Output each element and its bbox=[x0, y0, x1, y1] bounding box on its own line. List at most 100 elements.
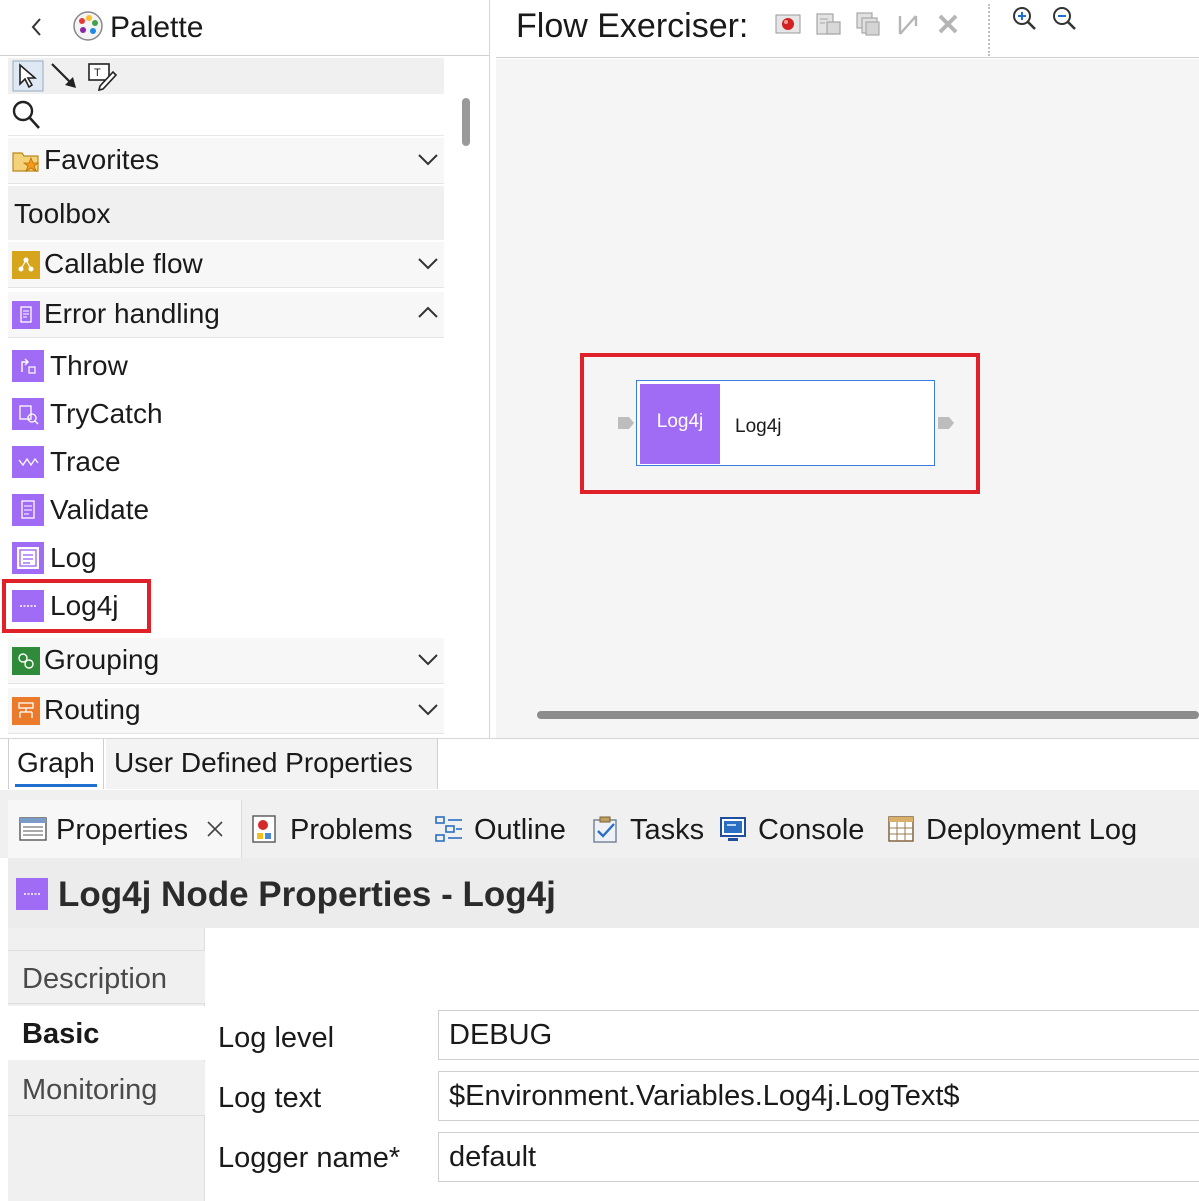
toolbox-label: Toolbox bbox=[14, 198, 111, 229]
toolbar-separator bbox=[988, 4, 990, 56]
panel-divider bbox=[0, 790, 1199, 800]
side-tab-description[interactable]: Description bbox=[8, 950, 205, 1004]
palette-scrollbar[interactable] bbox=[462, 98, 470, 146]
properties-body: Description Basic Monitoring Log level L… bbox=[8, 928, 1199, 1201]
tab-user-defined-properties[interactable]: User Defined Properties bbox=[106, 739, 438, 789]
chevron-down-icon[interactable] bbox=[416, 698, 440, 720]
tab-label: Problems bbox=[290, 814, 413, 846]
zoom-out-icon[interactable] bbox=[1050, 4, 1078, 32]
record-icon[interactable] bbox=[774, 10, 802, 38]
favorites-folder-icon bbox=[12, 152, 40, 172]
properties-side-tabs: Description Basic Monitoring bbox=[8, 928, 205, 1201]
properties-icon bbox=[19, 817, 47, 841]
properties-header: Log4j Node Properties - Log4j bbox=[8, 858, 1199, 928]
note-tool-icon[interactable]: T bbox=[86, 60, 118, 92]
palette-item-label: Throw bbox=[50, 350, 128, 381]
chevron-down-icon[interactable] bbox=[416, 148, 440, 170]
drawer-toolbox[interactable]: Toolbox bbox=[8, 186, 444, 240]
throw-node-icon bbox=[12, 350, 44, 382]
drawer-label: Error handling bbox=[44, 298, 220, 329]
tab-deployment-log[interactable]: Deployment Log bbox=[886, 800, 1156, 858]
tab-label: Properties bbox=[56, 814, 189, 846]
close-icon[interactable] bbox=[934, 10, 962, 38]
log-text-field[interactable] bbox=[438, 1071, 1199, 1121]
close-icon[interactable] bbox=[204, 818, 226, 840]
drawer-grouping[interactable]: Grouping bbox=[8, 638, 444, 684]
chevron-left-icon[interactable] bbox=[26, 12, 48, 42]
side-tab-monitoring[interactable]: Monitoring bbox=[8, 1062, 205, 1116]
tab-outline[interactable]: Outline bbox=[434, 800, 578, 858]
palette-item-label: Trace bbox=[50, 446, 121, 477]
drawer-label: Favorites bbox=[44, 144, 160, 175]
palette-item-log[interactable]: Log bbox=[8, 534, 444, 582]
view-path-icon[interactable] bbox=[854, 10, 882, 38]
drawer-error-handling[interactable]: Error handling bbox=[8, 292, 444, 338]
callable-flow-icon bbox=[12, 251, 40, 279]
highlight-box bbox=[2, 579, 151, 633]
validate-node-icon bbox=[12, 494, 44, 526]
routing-icon bbox=[12, 697, 40, 725]
palette-tools: T bbox=[8, 58, 444, 94]
trycatch-node-icon bbox=[12, 398, 44, 430]
palette-item-throw[interactable]: Throw bbox=[8, 342, 444, 390]
drawer-routing[interactable]: Routing bbox=[8, 688, 444, 734]
tab-properties[interactable]: Properties bbox=[8, 800, 242, 858]
clear-path-icon[interactable] bbox=[894, 10, 922, 38]
search-icon[interactable] bbox=[10, 98, 42, 132]
tab-console[interactable]: Console bbox=[718, 800, 878, 858]
tab-label: Graph bbox=[17, 747, 95, 778]
flow-exerciser-label: Flow Exerciser: bbox=[516, 7, 749, 45]
connection-arrow-icon[interactable] bbox=[48, 60, 80, 92]
active-tab-indicator bbox=[15, 784, 97, 787]
zoom-in-icon[interactable] bbox=[1010, 4, 1038, 32]
drawer-label: Routing bbox=[44, 694, 141, 725]
log-level-field[interactable] bbox=[438, 1010, 1199, 1060]
tab-tasks[interactable]: Tasks bbox=[590, 800, 710, 858]
palette-title: Palette bbox=[110, 11, 204, 44]
highlight-box bbox=[580, 353, 980, 494]
deployment-log-icon bbox=[888, 816, 914, 842]
svg-text:T: T bbox=[94, 67, 101, 79]
palette-item-trace[interactable]: Trace bbox=[8, 438, 444, 486]
palette-item-validate[interactable]: Validate bbox=[8, 486, 444, 534]
chevron-up-icon[interactable] bbox=[416, 302, 440, 324]
problems-icon bbox=[252, 815, 276, 843]
logger-name-label: Logger name* bbox=[218, 1142, 401, 1174]
chevron-down-icon[interactable] bbox=[416, 648, 440, 670]
palette-item-trycatch[interactable]: TryCatch bbox=[8, 390, 444, 438]
properties-title: Log4j Node Properties - Log4j bbox=[58, 875, 556, 914]
palette-item-label: Log bbox=[50, 542, 97, 573]
tasks-icon bbox=[593, 816, 617, 843]
chevron-down-icon[interactable] bbox=[416, 252, 440, 274]
send-message-icon[interactable] bbox=[814, 10, 842, 38]
canvas-horizontal-scrollbar[interactable] bbox=[537, 711, 1199, 719]
palette-panel: Palette T Favorites Toolbox Callable flo… bbox=[0, 0, 490, 738]
grouping-icon bbox=[12, 647, 40, 675]
tab-label: Outline bbox=[474, 814, 566, 846]
drawer-label: Grouping bbox=[44, 644, 160, 675]
palette-header: Palette bbox=[0, 0, 490, 56]
palette-search[interactable] bbox=[8, 94, 444, 136]
tab-graph[interactable]: Graph bbox=[8, 739, 104, 789]
palette-item-label: TryCatch bbox=[50, 398, 163, 429]
console-icon bbox=[720, 817, 746, 841]
views-tab-bar: Properties Problems Outline Tasks Consol… bbox=[0, 800, 1199, 858]
palette-icon bbox=[73, 11, 103, 41]
editor-tab-bar: Graph User Defined Properties bbox=[0, 738, 1199, 790]
error-handling-icon bbox=[12, 301, 40, 329]
logger-name-field[interactable] bbox=[438, 1132, 1199, 1182]
trace-node-icon bbox=[12, 446, 44, 478]
log4j-node-icon bbox=[16, 878, 48, 910]
drawer-favorites[interactable]: Favorites bbox=[8, 138, 444, 184]
outline-icon bbox=[435, 816, 462, 842]
select-arrow-icon[interactable] bbox=[12, 60, 44, 92]
palette-item-label: Validate bbox=[50, 494, 150, 525]
tab-label: Console bbox=[758, 814, 865, 846]
log-level-label: Log level bbox=[218, 1022, 335, 1054]
log-text-label: Log text bbox=[218, 1082, 322, 1114]
drawer-callable-flow[interactable]: Callable flow bbox=[8, 242, 444, 288]
log-node-icon bbox=[12, 542, 44, 574]
side-tab-basic[interactable]: Basic bbox=[8, 1006, 205, 1060]
tab-problems[interactable]: Problems bbox=[250, 800, 420, 858]
drawer-label: Callable flow bbox=[44, 248, 203, 279]
